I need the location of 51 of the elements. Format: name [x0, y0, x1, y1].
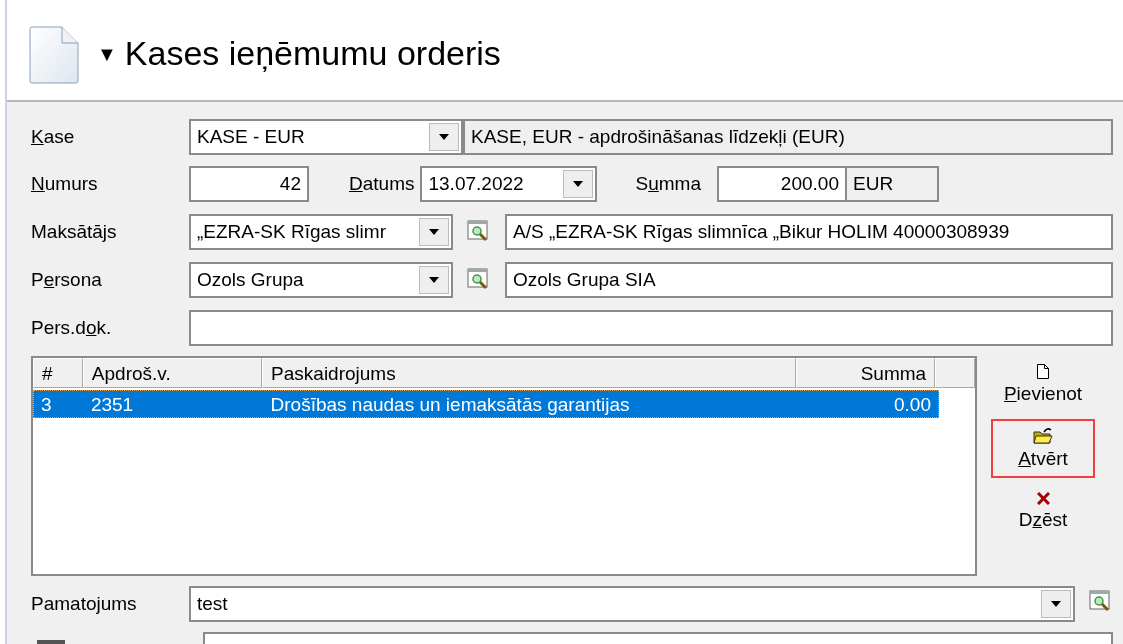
- caret-icon: [429, 229, 439, 235]
- field-label: Datums: [349, 173, 415, 195]
- open-button[interactable]: Atvērt: [991, 419, 1095, 478]
- table-row[interactable]: 3 2351 Drošības naudas un iemaksātās garantijas 0.00: [33, 390, 939, 418]
- document-field[interactable]: [189, 310, 1113, 346]
- cash-desk-description: KASE, EUR - apdrošināšanas līdzekļi (EUR): [463, 119, 1113, 155]
- basis-combo[interactable]: test: [189, 586, 1075, 622]
- dropdown-button[interactable]: [563, 170, 594, 198]
- table-cell-text: 2351: [89, 393, 135, 417]
- payer-combo[interactable]: „EZRA-SK Rīgas slimr: [189, 214, 453, 250]
- dropdown-button[interactable]: [419, 266, 449, 294]
- add-button[interactable]: Pievienot: [991, 356, 1095, 413]
- caret-icon: [439, 134, 449, 140]
- window-title: Kases ieņēmumu orderis: [124, 33, 501, 73]
- payer-description: A/S „EZRA-SK Rīgas slimnīca „Bikur HOLIM 40000308939: [505, 214, 1113, 250]
- column-header[interactable]: #: [33, 358, 83, 388]
- field-label: Kase: [31, 126, 76, 148]
- delete-button[interactable]: Dzēst: [991, 484, 1095, 539]
- table-cell-text: 0.00: [893, 393, 932, 417]
- field-label: Maksātājs: [31, 221, 118, 243]
- field-label: Summa: [635, 173, 701, 195]
- lookup-icon[interactable]: [1089, 589, 1113, 614]
- number-field[interactable]: 42: [189, 166, 309, 202]
- delete-icon: [1036, 492, 1050, 505]
- collapse-caret[interactable]: ▼: [97, 42, 117, 66]
- field-label: Pers.dok.: [31, 317, 113, 339]
- dropdown-button[interactable]: [429, 123, 459, 151]
- person-combo[interactable]: Ozols Grupa: [189, 262, 453, 298]
- dropdown-button[interactable]: [1041, 590, 1071, 618]
- lookup-icon[interactable]: [467, 268, 491, 292]
- table-cell-text: 3: [40, 393, 53, 417]
- field-label: Numurs: [31, 173, 99, 195]
- caret-icon: [429, 277, 439, 283]
- lookup-icon[interactable]: [467, 220, 491, 244]
- table-cell-text: Drošības naudas un iemaksātās garantijas: [269, 393, 631, 417]
- person-description: Ozols Grupa SIA: [505, 262, 1113, 298]
- column-header[interactable]: Summa: [795, 358, 936, 388]
- column-header[interactable]: Paskaidrojums: [262, 358, 796, 388]
- cash-desk-combo[interactable]: KASE - EUR: [189, 119, 463, 155]
- column-header[interactable]: Apdroš.v.: [82, 358, 263, 388]
- caret-icon: [573, 181, 584, 187]
- field-label: Persona: [31, 269, 103, 291]
- page-icon: [1037, 364, 1049, 379]
- date-picker[interactable]: 13.07.2022: [420, 166, 598, 202]
- dropdown-button[interactable]: [419, 218, 449, 246]
- currency-field: EUR: [847, 166, 939, 202]
- folder-icon: [1033, 427, 1053, 444]
- document-icon: [29, 26, 79, 84]
- amount-field[interactable]: 200.00: [717, 166, 847, 202]
- caret-icon: [1051, 601, 1061, 607]
- field-label: Pamatojums: [31, 593, 138, 615]
